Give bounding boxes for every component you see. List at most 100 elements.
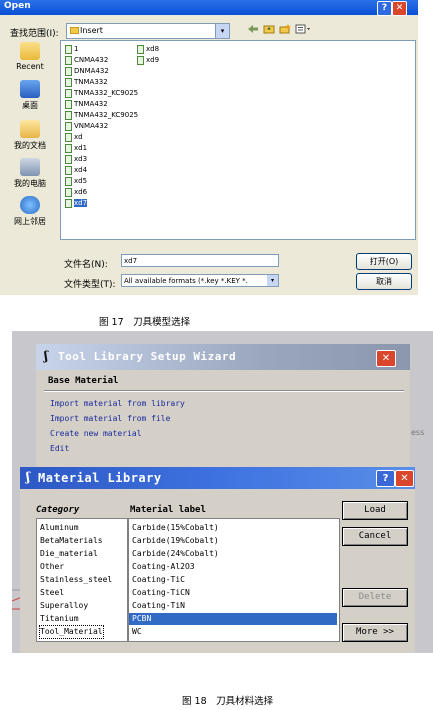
- material-item-selected[interactable]: PCBN: [129, 613, 337, 625]
- cancel-button[interactable]: Cancel: [342, 527, 408, 546]
- file-item[interactable]: DNMA432: [65, 66, 109, 77]
- load-button[interactable]: Load: [342, 501, 408, 520]
- file-name-input[interactable]: xd7: [121, 254, 279, 267]
- open-dialog-title: Open: [4, 1, 31, 11]
- material-library-title: Material Library: [38, 471, 162, 485]
- new-folder-icon[interactable]: [278, 24, 292, 36]
- wizard-titlebar[interactable]: ʃ Tool Library Setup Wizard ✕: [36, 344, 410, 370]
- file-icon: [137, 44, 144, 54]
- category-item-selected[interactable]: Tool_Material: [39, 625, 104, 639]
- material-item[interactable]: Coating-TiC: [132, 574, 185, 586]
- look-in-value: Insert: [80, 26, 103, 35]
- up-folder-icon[interactable]: [262, 24, 276, 36]
- file-item[interactable]: 1: [65, 44, 78, 55]
- category-item[interactable]: Other: [40, 561, 64, 573]
- category-item[interactable]: Die_material: [40, 548, 98, 560]
- file-item[interactable]: xd3: [65, 154, 87, 165]
- file-item[interactable]: CNMA432: [65, 55, 108, 66]
- help-button[interactable]: ?: [376, 470, 395, 487]
- tool-library-setup-wizard: ʃ Tool Library Setup Wizard ✕ Base Mater…: [36, 344, 410, 468]
- file-icon: [65, 55, 72, 65]
- view-menu-icon[interactable]: [294, 24, 312, 36]
- category-item[interactable]: BetaMaterials: [40, 535, 103, 547]
- file-icon: [137, 55, 144, 65]
- folder-icon: [70, 27, 79, 34]
- material-library-titlebar[interactable]: ʃ Material Library ? ✕: [20, 467, 415, 489]
- category-item[interactable]: Stainless_steel: [40, 574, 112, 586]
- file-item[interactable]: xd9: [137, 55, 159, 66]
- file-icon: [65, 77, 72, 87]
- back-icon[interactable]: [246, 24, 260, 36]
- places-label: Recent: [16, 62, 44, 71]
- material-list[interactable]: Carbide(15%Cobalt) Carbide(19%Cobalt) Ca…: [128, 518, 340, 642]
- figure-caption: 图 17 刀具模型选择: [99, 317, 191, 328]
- open-dialog-titlebar[interactable]: Open ? ✕: [0, 0, 418, 16]
- file-item[interactable]: TNMA432_KC9025: [65, 110, 138, 121]
- close-button[interactable]: ✕: [395, 470, 414, 487]
- base-material-heading: Base Material: [48, 376, 119, 386]
- material-item[interactable]: Coating-TiCN: [132, 587, 190, 599]
- places-item-network[interactable]: 网上邻居: [4, 196, 56, 227]
- file-item-selected[interactable]: xd7: [65, 198, 88, 209]
- category-item[interactable]: Aluminum: [40, 522, 79, 534]
- wizard-title: Tool Library Setup Wizard: [58, 350, 237, 363]
- import-from-file-option[interactable]: Import material from file: [50, 414, 170, 423]
- close-button[interactable]: ✕: [376, 350, 396, 367]
- material-label-header: Material label: [130, 505, 206, 515]
- open-button[interactable]: 打开(O): [356, 253, 412, 270]
- look-in-dropdown[interactable]: Insert ▾: [66, 23, 230, 39]
- places-item-my-computer[interactable]: 我的电脑: [4, 158, 56, 189]
- my-computer-icon: [20, 158, 40, 176]
- background-partial-text: ess: [411, 428, 425, 437]
- network-places-icon: [20, 196, 40, 214]
- file-icon: [65, 198, 72, 208]
- material-item[interactable]: Carbide(19%Cobalt): [132, 535, 219, 547]
- places-label: 我的电脑: [14, 179, 46, 188]
- file-name-label: 文件名(N):: [64, 260, 108, 270]
- file-item[interactable]: VNMA432: [65, 121, 108, 132]
- chevron-down-icon[interactable]: ▾: [267, 275, 278, 286]
- open-file-dialog: Open ? ✕ 查找范围(I): Insert ▾ Recent 桌面 我的文…: [0, 0, 418, 295]
- places-item-my-documents[interactable]: 我的文档: [4, 120, 56, 151]
- file-list[interactable]: 1 CNMA432 DNMA432 TNMA332 TNMA332_KC9025…: [60, 40, 416, 240]
- file-item[interactable]: TNMA432: [65, 99, 108, 110]
- places-label: 网上邻居: [14, 217, 46, 226]
- file-item[interactable]: xd6: [65, 187, 87, 198]
- edit-option[interactable]: Edit: [50, 444, 69, 453]
- file-icon: [65, 154, 72, 164]
- create-new-material-option[interactable]: Create new material: [50, 429, 142, 438]
- file-item[interactable]: xd8: [137, 44, 159, 55]
- file-item[interactable]: TNMA332: [65, 77, 108, 88]
- places-bar: Recent 桌面 我的文档 我的电脑 网上邻居: [4, 40, 56, 240]
- file-icon: [65, 121, 72, 131]
- import-from-library-option[interactable]: Import material from library: [50, 399, 185, 408]
- material-item[interactable]: Coating-TiN: [132, 600, 185, 612]
- more-button[interactable]: More >>: [342, 623, 408, 642]
- file-item[interactable]: xd1: [65, 143, 87, 154]
- close-button[interactable]: ✕: [392, 1, 407, 16]
- chevron-down-icon[interactable]: ▾: [215, 24, 229, 38]
- places-label: 桌面: [22, 101, 38, 110]
- figure-caption: 图 18 刀具材料选择: [182, 696, 274, 707]
- category-item[interactable]: Steel: [40, 587, 64, 599]
- deform-logo-icon: ʃ: [26, 470, 30, 484]
- delete-button[interactable]: Delete: [342, 588, 408, 607]
- places-item-desktop[interactable]: 桌面: [4, 80, 56, 111]
- file-item[interactable]: xd5: [65, 176, 87, 187]
- file-icon: [65, 176, 72, 186]
- help-button[interactable]: ?: [377, 1, 392, 16]
- category-list[interactable]: Aluminum BetaMaterials Die_material Othe…: [36, 518, 128, 642]
- material-item[interactable]: WC: [132, 626, 142, 638]
- material-item[interactable]: Carbide(24%Cobalt): [132, 548, 219, 560]
- cancel-button[interactable]: 取消: [356, 273, 412, 290]
- places-label: 我的文档: [14, 141, 46, 150]
- places-item-recent[interactable]: Recent: [4, 42, 56, 71]
- category-item[interactable]: Titanium: [40, 613, 79, 625]
- category-item[interactable]: Superalloy: [40, 600, 88, 612]
- file-type-dropdown[interactable]: All available formats (*.key *.KEY *. ▾: [121, 274, 279, 287]
- file-item[interactable]: xd: [65, 132, 83, 143]
- material-item[interactable]: Coating-Al2O3: [132, 561, 195, 573]
- file-item[interactable]: xd4: [65, 165, 87, 176]
- material-item[interactable]: Carbide(15%Cobalt): [132, 522, 219, 534]
- file-item[interactable]: TNMA332_KC9025: [65, 88, 138, 99]
